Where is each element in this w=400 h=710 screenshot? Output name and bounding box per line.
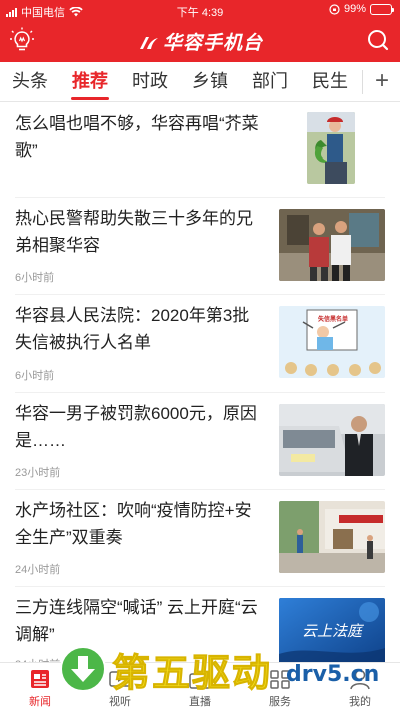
news-thumbnail[interactable]: 失信黑名单 [279,306,385,378]
divider [15,586,385,587]
divider [15,197,385,198]
tab-bumen[interactable]: 部门 [240,62,300,102]
app-header: 中国电信 下午 4:39 99% 华容手机台 [0,0,400,62]
orientation-lock-icon [329,3,340,15]
news-thumbnail[interactable] [279,501,385,573]
tab-minsheng[interactable]: 民生 [300,62,360,102]
brand-logo-icon [137,32,159,54]
divider [15,294,385,295]
tab-xiangzhen[interactable]: 乡镇 [180,62,240,102]
tab-divider [362,70,363,94]
status-bar: 中国电信 下午 4:39 99% [0,0,400,20]
tab-toutiao[interactable]: 头条 [0,62,60,102]
thumbnail-caption: 云上法庭 [301,622,362,640]
news-title[interactable]: 怎么唱也唱不够，华容再唱“芥菜歌” [15,110,265,164]
battery-percent: 99% [343,3,366,15]
news-time: 24小时前 [15,564,61,576]
watermark-url: drv5.cn [286,662,380,687]
app-brand: 华容手机台 [0,28,400,55]
news-title[interactable]: 华容县人民法院：2020年第3批失信被执行人名单 [15,302,265,356]
search-icon[interactable] [366,28,390,52]
news-time: 23小时前 [15,467,61,479]
add-channel-button[interactable]: + [364,62,400,102]
brand-title: 华容手机台 [162,32,263,54]
tab-shizheng[interactable]: 时政 [120,62,180,102]
news-icon [31,670,49,688]
news-thumbnail[interactable] [307,112,355,184]
download-arrow-icon [60,646,106,692]
watermark-text: 第五驱动 [111,651,273,696]
watermark: 第五驱动 drv5.cn [60,640,400,698]
news-item[interactable]: 怎么唱也唱不够，华容再唱“芥菜歌” [0,102,400,197]
divider [15,392,385,393]
tab-list: 头条 推荐 时政 乡镇 部门 民生 [0,62,362,102]
news-item[interactable]: 水产场社区：吹响“疫情防控+安全生产”双重奏 24小时前 [0,489,400,586]
news-title[interactable]: 水产场社区：吹响“疫情防控+安全生产”双重奏 [15,497,265,551]
news-time: 6小时前 [15,370,55,382]
news-item[interactable]: 华容县人民法院：2020年第3批失信被执行人名单 6小时前 失信黑名单 [0,294,400,392]
news-title[interactable]: 华容一男子被罚款6000元，原因是…… [15,400,265,454]
news-title[interactable]: 热心民警帮助失散三十多年的兄弟相聚华容 [15,205,265,259]
battery-icon [370,3,394,15]
thumbnail-caption: 失信黑名单 [317,317,348,323]
news-thumbnail[interactable] [279,209,385,281]
channel-tabs: 头条 推荐 时政 乡镇 部门 民生 + [0,62,400,102]
tab-tuijian[interactable]: 推荐 [60,62,120,102]
news-item[interactable]: 热心民警帮助失散三十多年的兄弟相聚华容 6小时前 [0,197,400,294]
news-time: 6小时前 [15,272,55,284]
news-thumbnail[interactable] [279,404,385,476]
news-item[interactable]: 华容一男子被罚款6000元，原因是…… 23小时前 [0,392,400,489]
divider [15,489,385,490]
